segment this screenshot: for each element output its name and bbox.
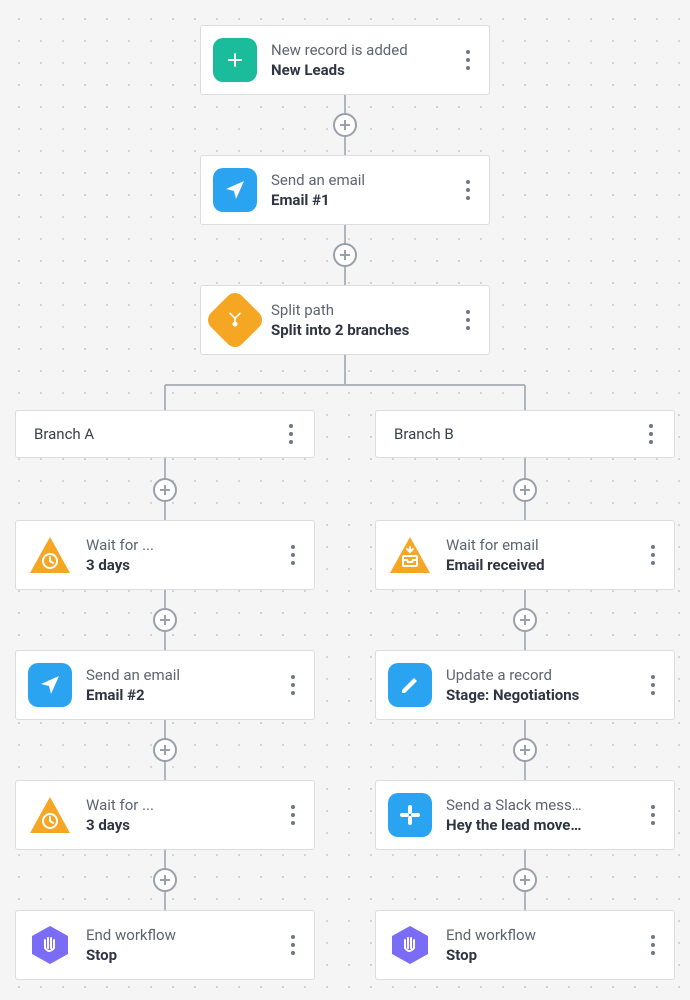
branch-a-header[interactable]: Branch A bbox=[15, 410, 315, 458]
add-step-button[interactable] bbox=[513, 478, 537, 502]
more-menu-icon[interactable] bbox=[459, 172, 477, 208]
plus-icon bbox=[213, 38, 257, 82]
add-step-button[interactable] bbox=[153, 738, 177, 762]
node-subtitle: Stop bbox=[86, 946, 274, 964]
node-title: End workflow bbox=[86, 926, 274, 944]
add-step-button[interactable] bbox=[513, 868, 537, 892]
node-text: Split path Split into 2 branches bbox=[271, 301, 449, 339]
node-title: Wait for email bbox=[446, 536, 634, 554]
node-title: Send an email bbox=[271, 171, 449, 189]
node-slack-message[interactable]: Send a Slack mess… Hey the lead move… bbox=[375, 780, 675, 850]
node-title: Wait for ... bbox=[86, 796, 274, 814]
branch-label: Branch A bbox=[34, 425, 94, 443]
connector-lines bbox=[0, 0, 690, 1000]
add-step-button[interactable] bbox=[153, 868, 177, 892]
node-subtitle: New Leads bbox=[271, 61, 449, 79]
node-update-record[interactable]: Update a record Stage: Negotiations bbox=[375, 650, 675, 720]
node-text: New record is added New Leads bbox=[271, 41, 449, 79]
node-text: Wait for ... 3 days bbox=[86, 536, 274, 574]
node-title: Wait for ... bbox=[86, 536, 274, 554]
more-menu-icon[interactable] bbox=[644, 667, 662, 703]
node-subtitle: Stage: Negotiations bbox=[446, 686, 634, 704]
more-menu-icon[interactable] bbox=[459, 42, 477, 78]
node-trigger[interactable]: New record is added New Leads bbox=[200, 25, 490, 95]
node-title: Update a record bbox=[446, 666, 634, 684]
node-wait-a1[interactable]: Wait for ... 3 days bbox=[15, 520, 315, 590]
more-menu-icon[interactable] bbox=[284, 927, 302, 963]
send-icon bbox=[213, 168, 257, 212]
more-menu-icon[interactable] bbox=[644, 797, 662, 833]
node-subtitle: 3 days bbox=[86, 556, 274, 574]
node-wait-email[interactable]: Wait for email Email received bbox=[375, 520, 675, 590]
branch-b-header[interactable]: Branch B bbox=[375, 410, 675, 458]
node-text: End workflow Stop bbox=[446, 926, 634, 964]
node-subtitle: Email received bbox=[446, 556, 634, 574]
node-end-a[interactable]: End workflow Stop bbox=[15, 910, 315, 980]
node-subtitle: Stop bbox=[446, 946, 634, 964]
slack-icon bbox=[388, 793, 432, 837]
wait-clock-icon bbox=[28, 793, 72, 837]
more-menu-icon[interactable] bbox=[284, 797, 302, 833]
node-title: End workflow bbox=[446, 926, 634, 944]
node-text: End workflow Stop bbox=[86, 926, 274, 964]
node-text: Update a record Stage: Negotiations bbox=[446, 666, 634, 704]
node-title: New record is added bbox=[271, 41, 449, 59]
node-text: Send a Slack mess… Hey the lead move… bbox=[446, 796, 634, 834]
add-step-button[interactable] bbox=[333, 113, 357, 137]
node-split-path[interactable]: Split path Split into 2 branches bbox=[200, 285, 490, 355]
more-menu-icon[interactable] bbox=[284, 537, 302, 573]
node-text: Wait for email Email received bbox=[446, 536, 634, 574]
node-text: Send an email Email #1 bbox=[271, 171, 449, 209]
add-step-button[interactable] bbox=[153, 478, 177, 502]
node-wait-a2[interactable]: Wait for ... 3 days bbox=[15, 780, 315, 850]
add-step-button[interactable] bbox=[513, 608, 537, 632]
more-menu-icon[interactable] bbox=[642, 416, 660, 452]
stop-hand-icon bbox=[28, 923, 72, 967]
node-send-email-1[interactable]: Send an email Email #1 bbox=[200, 155, 490, 225]
node-subtitle: Split into 2 branches bbox=[271, 321, 449, 339]
node-end-b[interactable]: End workflow Stop bbox=[375, 910, 675, 980]
add-step-button[interactable] bbox=[513, 738, 537, 762]
more-menu-icon[interactable] bbox=[282, 416, 300, 452]
node-subtitle: Email #2 bbox=[86, 686, 274, 704]
pencil-icon bbox=[388, 663, 432, 707]
node-title: Split path bbox=[271, 301, 449, 319]
node-subtitle: Email #1 bbox=[271, 191, 449, 209]
node-title: Send an email bbox=[86, 666, 274, 684]
node-text: Send an email Email #2 bbox=[86, 666, 274, 704]
more-menu-icon[interactable] bbox=[644, 927, 662, 963]
branch-label: Branch B bbox=[394, 425, 454, 443]
node-title: Send a Slack mess… bbox=[446, 796, 634, 814]
stop-hand-icon bbox=[388, 923, 432, 967]
more-menu-icon[interactable] bbox=[644, 537, 662, 573]
add-step-button[interactable] bbox=[333, 243, 357, 267]
node-subtitle: 3 days bbox=[86, 816, 274, 834]
more-menu-icon[interactable] bbox=[284, 667, 302, 703]
send-icon bbox=[28, 663, 72, 707]
node-text: Wait for ... 3 days bbox=[86, 796, 274, 834]
wait-inbox-icon bbox=[388, 533, 432, 577]
add-step-button[interactable] bbox=[153, 608, 177, 632]
node-send-email-2[interactable]: Send an email Email #2 bbox=[15, 650, 315, 720]
node-subtitle: Hey the lead move… bbox=[446, 816, 634, 834]
wait-clock-icon bbox=[28, 533, 72, 577]
more-menu-icon[interactable] bbox=[459, 302, 477, 338]
split-icon bbox=[204, 289, 266, 351]
